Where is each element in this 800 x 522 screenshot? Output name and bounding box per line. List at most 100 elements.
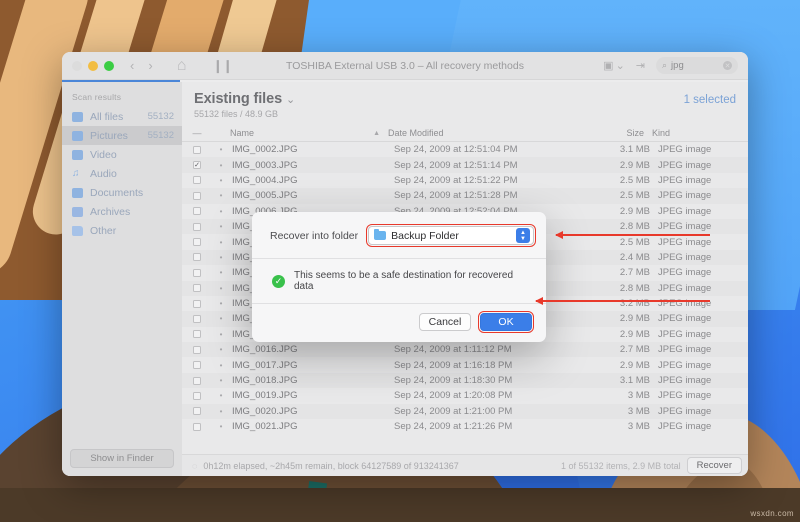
column-header-kind[interactable]: Kind: [650, 128, 742, 138]
row-checkbox[interactable]: [182, 391, 212, 400]
close-button[interactable]: [72, 60, 82, 71]
file-dot-icon: •: [219, 299, 223, 309]
zoom-button[interactable]: [104, 60, 114, 71]
checkbox-icon[interactable]: [193, 330, 201, 339]
row-checkbox[interactable]: [182, 422, 212, 431]
file-name: IMG_0019.JPG: [232, 390, 298, 402]
sidebar-item-archives[interactable]: Archives: [62, 202, 182, 221]
row-checkbox[interactable]: [182, 207, 212, 216]
row-checkbox[interactable]: [182, 330, 212, 339]
file-dot-icon: •: [219, 376, 223, 386]
ok-button[interactable]: OK: [478, 311, 534, 333]
row-checkbox[interactable]: [182, 222, 212, 231]
checkbox-icon[interactable]: [193, 238, 201, 247]
row-checkbox[interactable]: ✓: [182, 161, 212, 170]
row-checkbox[interactable]: [182, 253, 212, 262]
pictures-icon: [72, 130, 83, 141]
table-row[interactable]: • IMG_0019.JPG Sep 24, 2009 at 1:20:08 PM 3…: [182, 388, 748, 403]
column-header-size[interactable]: Size: [538, 128, 650, 138]
checkbox-icon[interactable]: [193, 314, 201, 323]
checkbox-icon[interactable]: [193, 191, 201, 200]
checkbox-icon[interactable]: [193, 407, 201, 416]
checkbox-icon[interactable]: [193, 253, 201, 262]
clear-search-icon[interactable]: ✕: [723, 61, 732, 70]
row-checkbox[interactable]: [182, 345, 212, 354]
file-kind: JPEG image: [658, 144, 712, 156]
file-dot-icon: •: [219, 222, 223, 232]
checkbox-icon[interactable]: [193, 207, 201, 216]
sidebar-item-all-files[interactable]: All files 55132: [62, 107, 182, 126]
sidebar-item-audio[interactable]: ♫ Audio: [62, 164, 182, 183]
page-title[interactable]: Existing files ⌄: [194, 91, 684, 107]
window-controls[interactable]: [72, 60, 114, 71]
sort-icon[interactable]: ⇥: [636, 59, 645, 72]
view-options-button[interactable]: ▣ ⌄: [603, 59, 625, 72]
column-header-name[interactable]: Name ▲: [212, 128, 388, 138]
checkbox-icon[interactable]: [193, 176, 201, 185]
table-row[interactable]: • IMG_0004.JPG Sep 24, 2009 at 12:51:22 PM…: [182, 173, 748, 188]
popup-stepper-icon[interactable]: ▲ ▼: [516, 228, 530, 243]
file-name: IMG_0016.JPG: [232, 344, 298, 356]
checkbox-icon[interactable]: [193, 391, 201, 400]
sidebar-item-count: 55132: [147, 111, 174, 122]
checkbox-icon[interactable]: [193, 284, 201, 293]
recover-folder-select[interactable]: Backup Folder ▲ ▼: [366, 224, 536, 247]
row-checkbox[interactable]: [182, 268, 212, 277]
table-row[interactable]: • IMG_0017.JPG Sep 24, 2009 at 1:16:18 PM 2…: [182, 357, 748, 372]
file-size: 2.4 MB: [619, 251, 650, 263]
file-size: 2.9 MB: [619, 159, 650, 171]
forward-icon[interactable]: ›: [148, 58, 152, 73]
column-header-name-label: Name: [230, 128, 255, 138]
sidebar-item-other[interactable]: Other: [62, 221, 182, 240]
table-row[interactable]: • IMG_0016.JPG Sep 24, 2009 at 1:11:12 PM 2…: [182, 342, 748, 358]
pause-icon[interactable]: ❙❙: [212, 58, 233, 74]
checkbox-icon[interactable]: [193, 422, 201, 431]
row-checkbox[interactable]: [182, 191, 212, 200]
back-icon[interactable]: ‹: [130, 58, 134, 73]
table-row[interactable]: • IMG_0018.JPG Sep 24, 2009 at 1:18:30 PM 3…: [182, 372, 748, 389]
checkbox-icon[interactable]: [193, 268, 201, 277]
row-checkbox[interactable]: [182, 299, 212, 308]
checkbox-icon[interactable]: [193, 376, 201, 385]
table-row[interactable]: • IMG_0005.JPG Sep 24, 2009 at 12:51:28 PM…: [182, 188, 748, 204]
row-checkbox[interactable]: [182, 145, 212, 154]
table-row[interactable]: • IMG_0002.JPG Sep 24, 2009 at 12:51:04 PM…: [182, 142, 748, 157]
minimize-button[interactable]: [88, 60, 98, 71]
checkbox-icon[interactable]: [193, 361, 201, 370]
main-header: Existing files ⌄ 55132 files / 48.9 GB 1…: [182, 82, 748, 125]
file-kind: JPEG image: [658, 375, 712, 387]
file-date: Sep 24, 2009 at 12:51:22 PM: [394, 174, 518, 186]
search-input[interactable]: ⌕ jpg ✕: [656, 57, 738, 74]
checkbox-icon[interactable]: ✓: [193, 161, 201, 170]
recover-button[interactable]: Recover: [686, 457, 742, 474]
home-icon[interactable]: ⌂: [177, 57, 187, 75]
file-name: IMG_0003.JPG: [232, 159, 298, 171]
chevron-down-icon[interactable]: ⌄: [286, 94, 295, 106]
row-checkbox[interactable]: [182, 407, 212, 416]
table-row[interactable]: • IMG_0021.JPG Sep 24, 2009 at 1:21:26 PM 3…: [182, 419, 748, 434]
stepper-down-icon: ▼: [520, 235, 526, 242]
table-row[interactable]: • IMG_0020.JPG Sep 24, 2009 at 1:21:00 PM 3…: [182, 403, 748, 420]
row-checkbox[interactable]: [182, 361, 212, 370]
row-checkbox[interactable]: [182, 176, 212, 185]
sidebar-item-video[interactable]: Video: [62, 145, 182, 164]
column-header-select-all[interactable]: —: [182, 128, 212, 138]
show-in-finder-button[interactable]: Show in Finder: [70, 449, 174, 468]
table-row[interactable]: ✓ • IMG_0003.JPG Sep 24, 2009 at 12:51:14 P…: [182, 157, 748, 173]
checkbox-icon[interactable]: [193, 345, 201, 354]
column-header-date[interactable]: Date Modified: [388, 128, 538, 138]
file-name: IMG_0020.JPG: [232, 405, 298, 417]
checkbox-icon[interactable]: [193, 145, 201, 154]
selected-count[interactable]: 1 selected: [684, 91, 736, 106]
sidebar-item-documents[interactable]: Documents: [62, 183, 182, 202]
checkbox-icon[interactable]: [193, 222, 201, 231]
row-checkbox[interactable]: [182, 238, 212, 247]
row-checkbox[interactable]: [182, 314, 212, 323]
file-name: IMG_0004.JPG: [232, 174, 298, 186]
row-checkbox[interactable]: [182, 284, 212, 293]
sidebar-item-pictures[interactable]: Pictures 55132: [62, 126, 182, 145]
row-checkbox[interactable]: [182, 376, 212, 385]
checkbox-icon[interactable]: [193, 299, 201, 308]
cancel-button[interactable]: Cancel: [419, 313, 471, 331]
